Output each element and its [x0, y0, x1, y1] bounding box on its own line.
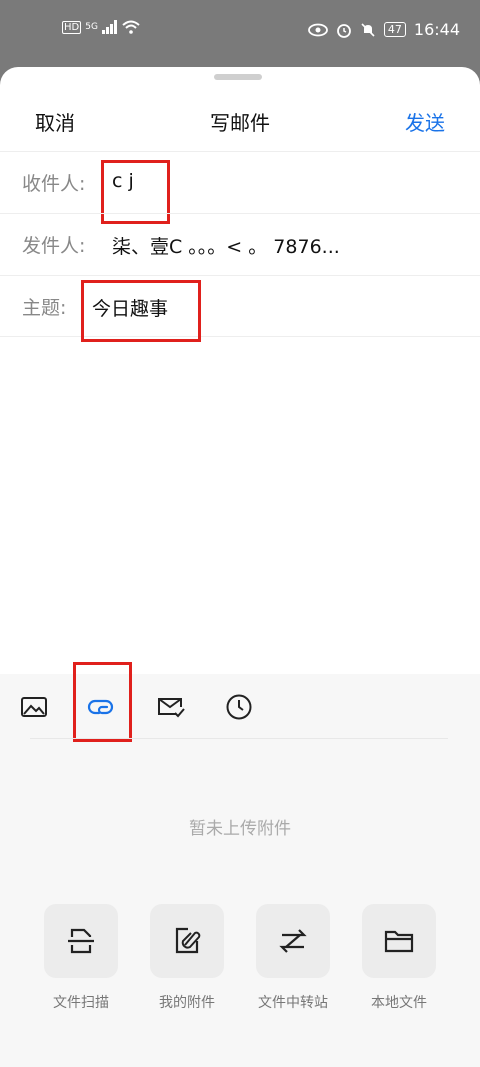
- attachment-panel: 暂未上传附件 文件扫描 我的附件 文件中转站 本地文件: [0, 662, 480, 1067]
- no-attachment-text: 暂未上传附件: [189, 819, 291, 839]
- recipient-row[interactable]: 收件人: c j: [0, 151, 480, 224]
- send-button[interactable]: 发送: [405, 107, 445, 136]
- status-left: HD 5G: [62, 20, 140, 34]
- my-attachments-button[interactable]: [150, 904, 224, 978]
- file-scan-action[interactable]: 文件扫描: [28, 904, 134, 1012]
- sender-label: 发件人:: [22, 235, 86, 257]
- file-transfer-icon: [276, 924, 310, 958]
- subject-label: 主题:: [22, 297, 67, 319]
- file-scan-label: 文件扫描: [53, 995, 109, 1011]
- file-transfer-button[interactable]: [256, 904, 330, 978]
- local-files-action[interactable]: 本地文件: [346, 904, 452, 1012]
- subject-highlight: [81, 280, 201, 342]
- mail-check-icon: [156, 695, 186, 719]
- compose-header: 写邮件 取消 发送: [0, 95, 480, 143]
- network-type: 5G: [85, 22, 98, 32]
- mute-icon: [360, 22, 376, 38]
- folder-icon: [382, 924, 416, 958]
- compose-sheet: 写邮件 取消 发送 收件人: c j 发件人: 柒、壹C 。。。< 。 7876…: [0, 67, 480, 1067]
- local-files-button[interactable]: [362, 904, 436, 978]
- my-attachment-icon: [170, 924, 204, 958]
- status-bar: HD 5G 47 16:44: [0, 0, 480, 60]
- attachment-highlight: [73, 662, 132, 742]
- local-files-label: 本地文件: [371, 995, 427, 1011]
- subject-row[interactable]: 主题: 今日趣事: [0, 275, 480, 342]
- hd-badge: HD: [62, 20, 82, 34]
- image-button[interactable]: [17, 690, 51, 724]
- toolbar-divider: [30, 738, 448, 739]
- my-attachments-action[interactable]: 我的附件: [134, 904, 240, 1012]
- file-transfer-label: 文件中转站: [258, 995, 328, 1011]
- file-scan-button[interactable]: [44, 904, 118, 978]
- drag-handle[interactable]: [214, 74, 262, 80]
- status-right: 47 16:44: [307, 20, 460, 39]
- file-transfer-action[interactable]: 文件中转站: [240, 904, 346, 1012]
- clock-icon: [225, 693, 253, 721]
- wifi-icon: [122, 20, 140, 34]
- signal-icon: [101, 20, 118, 34]
- sender-row[interactable]: 发件人: 柒、壹C 。。。< 。 7876...: [0, 213, 480, 274]
- my-attachments-label: 我的附件: [159, 995, 215, 1011]
- eye-icon: [307, 23, 328, 37]
- status-time: 16:44: [413, 20, 460, 39]
- battery-indicator: 47: [383, 22, 406, 37]
- sender-value[interactable]: 柒、壹C 。。。< 。 7876...: [112, 232, 340, 259]
- alarm-icon: [336, 22, 352, 38]
- receipt-button[interactable]: [154, 690, 188, 724]
- recipient-label: 收件人:: [22, 173, 86, 195]
- schedule-button[interactable]: [222, 690, 256, 724]
- image-icon: [20, 695, 48, 719]
- cancel-button[interactable]: 取消: [35, 107, 75, 136]
- scan-document-icon: [64, 924, 98, 958]
